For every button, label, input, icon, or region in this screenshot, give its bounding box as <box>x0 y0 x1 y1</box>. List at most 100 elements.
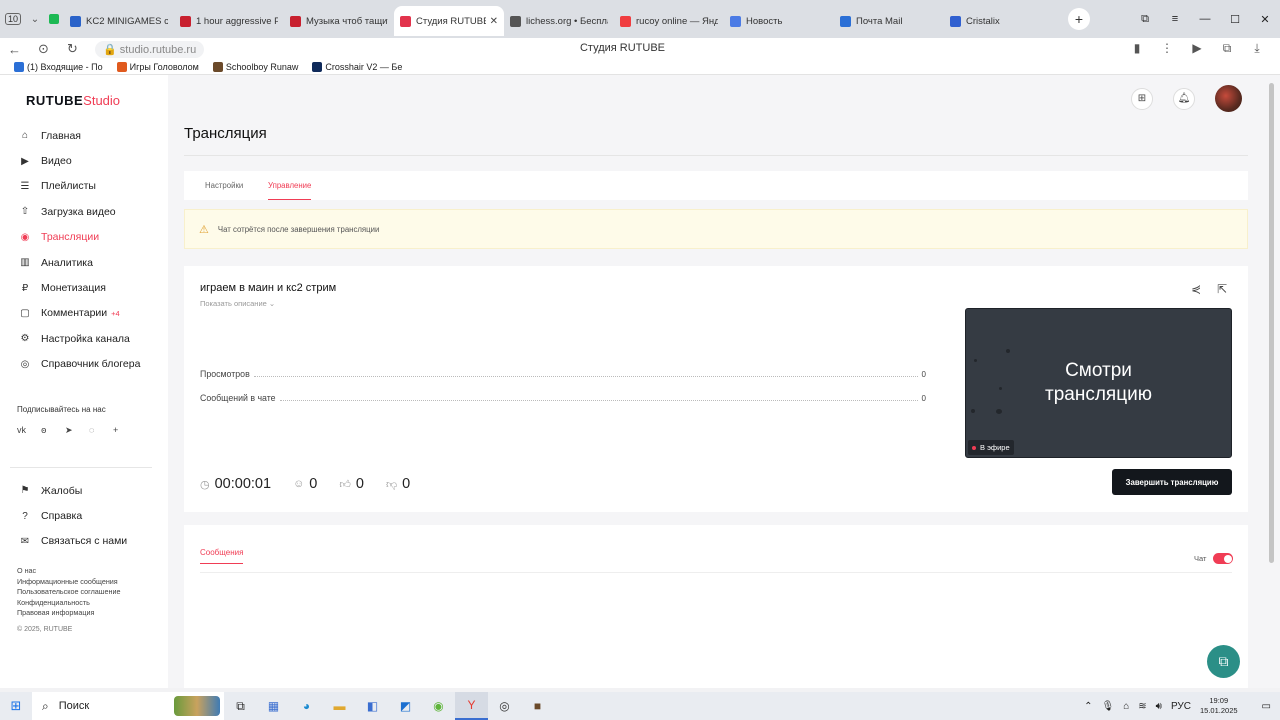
share-icon[interactable]: ⋞ <box>1191 282 1201 296</box>
sidebar-item-help[interactable]: ? Справка <box>0 503 168 528</box>
sidebar-item-label: Аналитика <box>41 256 93 269</box>
language-indicator[interactable]: РУС <box>1171 701 1191 712</box>
utorrent-icon[interactable]: ◉ <box>422 692 455 720</box>
browser-tab[interactable]: rucoy online — Яндекс <box>614 6 724 36</box>
browser-tab[interactable]: Почта Mail <box>834 6 944 36</box>
bookmark-item[interactable]: Schoolboy Runaw <box>212 62 298 72</box>
browser-tab[interactable]: Студия RUTUBE ✕ <box>394 6 504 36</box>
footer-link[interactable]: Конфиденциальность <box>17 598 121 609</box>
tab-messages[interactable]: Сообщения <box>200 548 244 564</box>
network-icon[interactable]: ⌂ <box>1123 701 1129 712</box>
stream-counters: ◷ 00:00:01 ☺ 0 👍︎ 0 👎︎ 0 <box>200 476 432 492</box>
sidebar-item-playlist[interactable]: ☰ Плейлисты <box>0 174 168 199</box>
browser-tab[interactable]: KC2 MINIGAMES сервер <box>64 6 174 36</box>
browser-tab[interactable]: Новость <box>724 6 834 36</box>
stat-label: Сообщений в чате <box>200 393 276 403</box>
download-icon[interactable]: ⤓ <box>1242 41 1272 56</box>
end-stream-button[interactable]: Завершить трансляцию <box>1112 469 1232 495</box>
stream-preview[interactable]: Смотри трансляцию В эфире <box>965 308 1232 458</box>
wifi-icon[interactable]: ≋ <box>1138 701 1146 712</box>
more-icon[interactable]: ⋮ <box>1152 41 1182 56</box>
tab-counter[interactable]: 10 <box>0 0 26 38</box>
sidebar-item-broadcast[interactable]: ◉ Трансляции <box>0 225 168 250</box>
create-icon[interactable]: ⊞ <box>1131 87 1153 110</box>
volume-icon[interactable]: 🔊︎ <box>1156 701 1162 712</box>
explorer-icon[interactable]: ▬ <box>323 692 356 720</box>
maximize-button[interactable]: ☐ <box>1220 13 1250 26</box>
tray-chevron-icon[interactable]: ⌃ <box>1084 701 1092 712</box>
tabs-dropdown-icon[interactable]: ⌄ <box>26 14 44 25</box>
ok-icon[interactable]: ꙩ <box>41 425 65 436</box>
footer-link[interactable]: О нас <box>17 566 121 577</box>
bell-icon[interactable]: 🔔︎ <box>1173 87 1195 110</box>
close-window-button[interactable]: ✕ <box>1250 13 1280 26</box>
show-description-link[interactable]: Показать описание ⌄ <box>200 299 275 308</box>
avatar[interactable] <box>1215 85 1242 112</box>
menu-icon[interactable]: ≡ <box>1160 13 1190 25</box>
tab-title: Cristalix <box>966 15 1000 27</box>
sidebar-item-comments[interactable]: ▢ Комментарии +4 <box>0 301 168 326</box>
screenshot-icon[interactable]: ⧉ <box>1212 41 1242 56</box>
minecraft-icon[interactable]: ■ <box>521 692 554 720</box>
obs-icon[interactable]: ◎ <box>488 692 521 720</box>
footer-link[interactable]: Информационные сообщения <box>17 577 121 588</box>
close-tab-icon[interactable]: ✕ <box>490 16 498 27</box>
store-icon[interactable]: ◧ <box>356 692 389 720</box>
stat-chat-messages: Сообщений в чате 0 <box>200 393 926 403</box>
sidebar-item-video[interactable]: ▶ Видео <box>0 148 168 173</box>
sidebar-item-money[interactable]: ₽ Монетизация <box>0 275 168 300</box>
media-icon[interactable]: ▶ <box>1182 41 1212 56</box>
chat-toggle[interactable] <box>1213 553 1233 564</box>
sidebar-item-home[interactable]: ⌂ Главная <box>0 123 168 148</box>
back-button[interactable]: ← <box>0 42 29 57</box>
bookmark-item[interactable]: Crosshair V2 — Бе <box>312 62 402 72</box>
microphone-icon[interactable]: 🎙︎ <box>1102 701 1115 712</box>
sidebar-item-flag[interactable]: ⚑ Жалобы <box>0 478 168 503</box>
plus-icon[interactable]: + <box>113 425 137 436</box>
sidebar-item-label: Плейлисты <box>41 180 96 193</box>
browser-tab[interactable]: lichess.org • Бесплатная <box>504 6 614 36</box>
browser-tab[interactable]: Музыка чтоб тащить <box>284 6 394 36</box>
reload-button[interactable]: ↻ <box>58 41 87 57</box>
sidebar-item-analytics[interactable]: ▥ Аналитика <box>0 250 168 275</box>
support-chat-button[interactable]: ⧉ <box>1207 645 1240 678</box>
sidebar-item-gear[interactable]: ⚙ Настройка канала <box>0 326 168 351</box>
url-field[interactable]: 🔒 studio.rutube.ru <box>95 40 205 58</box>
sidebar-item-upload[interactable]: ⇧ Загрузка видео <box>0 199 168 224</box>
dzen-icon[interactable]: ◌ <box>89 425 113 436</box>
notifications-icon[interactable]: ▭ <box>1262 701 1271 712</box>
open-external-icon[interactable]: ⇱ <box>1217 282 1227 296</box>
sidebar-item-handbook[interactable]: ◎ Справочник блогера <box>0 352 168 377</box>
browser-tab[interactable]: Cristalix <box>944 6 1054 36</box>
calculator-icon[interactable]: ▦ <box>257 692 290 720</box>
collections-icon[interactable]: ⧉ <box>1130 13 1160 26</box>
tab-settings[interactable]: Настройки <box>205 171 243 200</box>
minimize-button[interactable]: — <box>1190 13 1220 25</box>
outlook-icon[interactable]: ◩ <box>389 692 422 720</box>
taskbar-search[interactable]: ⌕ Поиск <box>32 692 224 720</box>
bookmark-item[interactable]: (1) Входящие - По <box>14 62 103 72</box>
telegram-icon[interactable]: ➤ <box>65 425 89 436</box>
yandex-icon[interactable]: ⊙ <box>29 41 58 57</box>
rutube-studio-logo[interactable]: RUTUBEStudio <box>26 93 120 108</box>
social-links: vk ꙩ ➤ ◌ + <box>17 425 137 436</box>
sidebar-item-label: Настройка канала <box>41 332 130 345</box>
task-view-icon[interactable]: ⧉ <box>224 692 257 720</box>
clock[interactable]: 19:09 15.01.2025 <box>1200 696 1238 716</box>
new-tab-button[interactable]: + <box>1068 8 1090 30</box>
yandex-browser-icon[interactable]: Y <box>455 692 488 720</box>
vk-icon[interactable]: vk <box>17 425 41 436</box>
bookmark-item[interactable]: Игры Головолом <box>116 62 199 72</box>
chevron-down-icon: ⌄ <box>268 299 276 308</box>
footer-link[interactable]: Правовая информация <box>17 608 121 619</box>
pinned-tab-icon[interactable] <box>44 9 64 29</box>
browser-tab[interactable]: 1 hour aggressive Phonk <box>174 6 284 36</box>
page-scrollbar[interactable] <box>1269 83 1274 563</box>
edge-icon[interactable]: ◕ <box>290 692 323 720</box>
footer-link[interactable]: Пользовательское соглашение <box>17 587 121 598</box>
bookmark-icon[interactable]: ▮ <box>1122 41 1152 56</box>
messages-card: Сообщения Чат <box>184 525 1248 688</box>
start-button[interactable]: ⊞ <box>0 698 32 714</box>
tab-management[interactable]: Управление <box>268 171 312 200</box>
sidebar-item-mail[interactable]: ✉ Связаться с нами <box>0 529 168 554</box>
